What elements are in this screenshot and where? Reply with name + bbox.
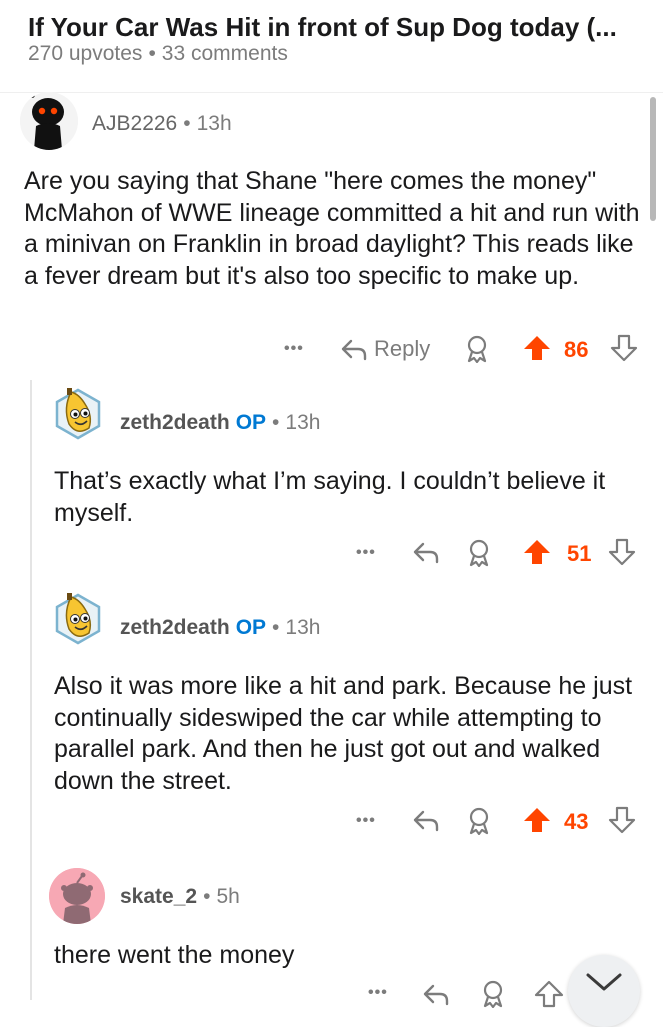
downvote-button[interactable] (608, 806, 636, 839)
reply-arrow-icon (341, 339, 367, 361)
upvote-button[interactable] (522, 334, 552, 367)
comment-username[interactable]: zeth2death (120, 411, 230, 434)
upvote-arrow-icon (534, 980, 564, 1008)
comment-body: there went the money (54, 941, 295, 969)
reply-button[interactable] (412, 808, 440, 837)
comment-time: 13h (285, 616, 321, 639)
comment-actions: ••• 51 (356, 536, 640, 570)
comment-actions: ••• Reply 86 (284, 332, 640, 366)
more-options-button[interactable]: ••• (284, 340, 304, 358)
award-button[interactable] (464, 335, 490, 368)
banana-avatar-icon (55, 388, 101, 440)
comment-header: zeth2death OP • 13h (120, 411, 320, 435)
vote-count: 43 (564, 809, 589, 834)
comment-time: 13h (285, 411, 321, 434)
reply-arrow-icon (413, 810, 439, 832)
downvote-button[interactable] (610, 334, 638, 367)
award-icon (467, 335, 487, 364)
downvote-button[interactable] (608, 538, 636, 571)
op-badge: OP (235, 411, 267, 434)
meta-separator: • (148, 42, 156, 65)
snoo-avatar-icon (49, 868, 105, 924)
reply-button[interactable] (412, 540, 440, 569)
vote-count: 51 (567, 541, 592, 566)
post-header: If Your Car Was Hit in front of Sup Dog … (0, 0, 663, 93)
post-meta: 270 upvotes • 33 comments (28, 42, 288, 66)
reply-arrow-icon (413, 542, 439, 564)
meta-separator: • (183, 112, 191, 135)
reply-button[interactable] (422, 982, 450, 1011)
upvote-button[interactable] (522, 806, 552, 839)
comment-header: skate_2 • 5h (120, 885, 240, 909)
upvote-count: 270 upvotes (28, 42, 143, 65)
snoo-avatar-icon (20, 92, 78, 150)
comment-username[interactable]: AJB2226 (92, 112, 177, 135)
upvote-arrow-icon (524, 808, 550, 832)
comment-count: 33 comments (161, 42, 288, 65)
more-options-button[interactable]: ••• (356, 544, 376, 562)
comment-time: 13h (196, 112, 232, 135)
reply-label: Reply (374, 336, 431, 361)
more-options-button[interactable]: ••• (356, 812, 376, 830)
avatar[interactable] (51, 591, 105, 645)
award-icon (469, 539, 489, 568)
reply-button[interactable]: Reply (340, 336, 430, 362)
upvote-button[interactable] (522, 538, 552, 571)
comment-body: Also it was more like a hit and park. Be… (54, 672, 633, 795)
award-icon (483, 980, 503, 1009)
comment-actions: ••• 43 (356, 804, 640, 838)
banana-avatar-icon (55, 593, 101, 645)
op-badge: OP (235, 616, 267, 639)
next-comment-button[interactable] (568, 955, 640, 1027)
avatar[interactable] (20, 92, 78, 150)
award-button[interactable] (480, 980, 506, 1013)
upvote-button[interactable] (534, 980, 564, 1013)
avatar[interactable] (49, 868, 105, 924)
meta-separator: • (203, 885, 211, 908)
award-button[interactable] (466, 539, 492, 572)
downvote-arrow-icon (610, 334, 638, 362)
vote-count: 86 (564, 337, 589, 362)
comment-header: zeth2death OP • 13h (120, 616, 320, 640)
thread-line[interactable] (30, 380, 32, 1000)
comment-body: That’s exactly what I’m saying. I couldn… (54, 467, 606, 527)
reply-arrow-icon (423, 984, 449, 1006)
upvote-arrow-icon (524, 336, 550, 360)
chevron-down-icon (586, 973, 622, 991)
comment-username[interactable]: skate_2 (120, 885, 197, 908)
meta-separator: • (272, 411, 280, 434)
more-options-button[interactable]: ••• (368, 984, 388, 1002)
scrollbar[interactable] (650, 97, 656, 221)
comment-actions: ••• (356, 980, 596, 1014)
comment-username[interactable]: zeth2death (120, 616, 230, 639)
comment-body: Are you saying that Shane "here comes th… (24, 167, 640, 290)
comment-header: AJB2226 • 13h (92, 112, 232, 136)
avatar[interactable] (51, 386, 105, 440)
downvote-arrow-icon (608, 538, 636, 566)
award-button[interactable] (466, 807, 492, 840)
award-icon (469, 807, 489, 836)
meta-separator: • (272, 616, 280, 639)
downvote-arrow-icon (608, 806, 636, 834)
upvote-arrow-icon (524, 540, 550, 564)
post-title[interactable]: If Your Car Was Hit in front of Sup Dog … (28, 12, 648, 43)
comment-time: 5h (216, 885, 240, 908)
